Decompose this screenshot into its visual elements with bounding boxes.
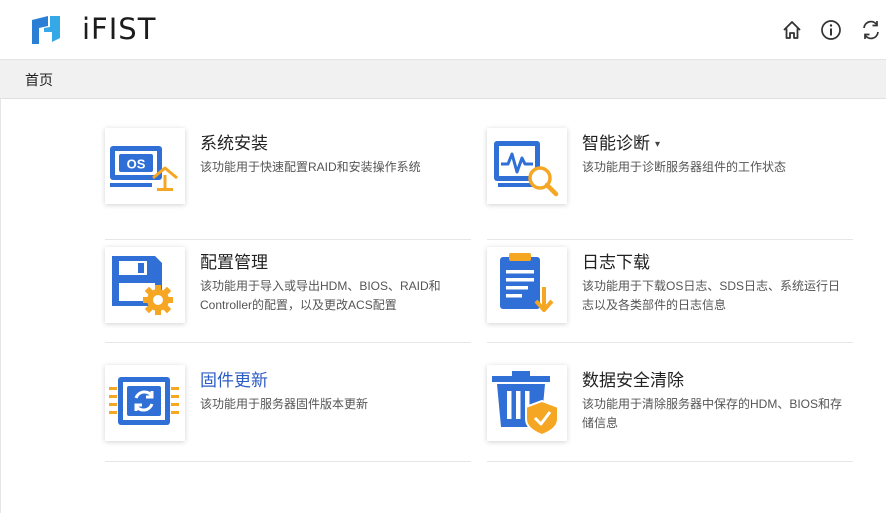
card-title[interactable]: 固件更新 xyxy=(200,366,268,391)
secure-erase-icon xyxy=(487,365,567,441)
card-title: 智能诊断 ▾ xyxy=(582,129,660,154)
card-description: 该功能用于下载OS日志、SDS日志、系统运行日志以及各类部件的日志信息 xyxy=(582,279,841,312)
card-firmware-update[interactable]: 固件更新 该功能用于服务器固件版本更新 xyxy=(105,365,471,462)
card-title: 配置管理 xyxy=(200,253,268,272)
card-log-download[interactable]: 日志下载 该功能用于下载OS日志、SDS日志、系统运行日志以及各类部件的日志信息 xyxy=(487,247,853,343)
svg-text:OS: OS xyxy=(127,157,146,172)
log-download-icon xyxy=(487,247,567,323)
firmware-update-icon xyxy=(105,365,185,441)
divider xyxy=(105,342,471,343)
card-description: 该功能用于快速配置RAID和安装操作系统 xyxy=(200,160,421,174)
card-title: 数据安全清除 xyxy=(582,371,684,390)
content-left-border xyxy=(0,98,1,513)
card-description: 该功能用于诊断服务器组件的工作状态 xyxy=(582,160,787,174)
chevron-down-icon[interactable]: ▾ xyxy=(655,139,660,150)
app-name: iFIST xyxy=(82,12,157,46)
card-config[interactable]: 配置管理 该功能用于导入或导出HDM、BIOS、RAID和Controller的… xyxy=(105,247,471,343)
divider xyxy=(105,461,471,462)
divider xyxy=(105,239,471,240)
ifist-logo-icon xyxy=(32,16,60,44)
home-icon[interactable] xyxy=(781,19,803,41)
switch-language-icon[interactable] xyxy=(860,19,882,41)
divider xyxy=(487,342,853,343)
card-title: 日志下载 xyxy=(582,253,650,272)
divider xyxy=(487,461,853,462)
card-diagnosis[interactable]: 智能诊断 ▾ 该功能用于诊断服务器组件的工作状态 xyxy=(487,128,853,240)
card-title: 系统安装 xyxy=(200,134,268,153)
os-install-icon: OS xyxy=(105,128,185,204)
divider xyxy=(487,239,853,240)
config-icon xyxy=(105,247,185,323)
card-title-text: 智能诊断 xyxy=(582,134,650,153)
card-description: 该功能用于清除服务器中保存的HDM、BIOS和存储信息 xyxy=(582,397,843,430)
card-os-install[interactable]: OS 系统安装 该功能用于快速配置RAID和安装操作系统 xyxy=(105,128,471,240)
breadcrumb-bar: 首页 xyxy=(0,60,886,99)
top-bar: iFIST xyxy=(0,0,886,60)
diagnosis-icon xyxy=(487,128,567,204)
breadcrumb-home[interactable]: 首页 xyxy=(25,70,53,90)
info-icon[interactable] xyxy=(820,19,842,41)
card-description: 该功能用于服务器固件版本更新 xyxy=(200,397,369,411)
card-secure-erase[interactable]: 数据安全清除 该功能用于清除服务器中保存的HDM、BIOS和存储信息 xyxy=(487,365,853,462)
card-description: 该功能用于导入或导出HDM、BIOS、RAID和Controller的配置，以及… xyxy=(200,279,441,312)
